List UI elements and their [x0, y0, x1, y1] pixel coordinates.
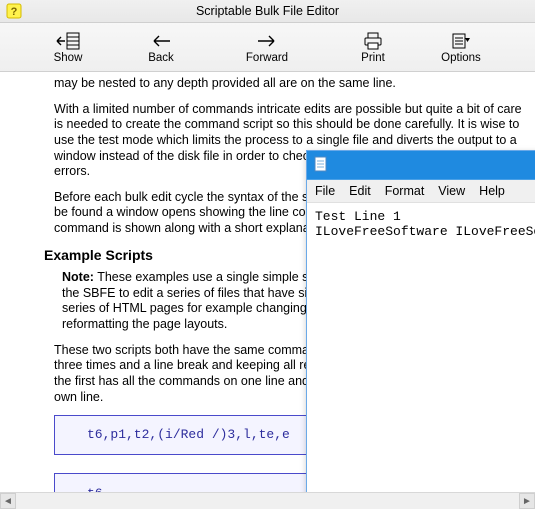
toolbar-label: Options: [441, 52, 481, 64]
toolbar-label: Back: [148, 52, 174, 64]
menu-file[interactable]: File: [315, 184, 335, 198]
menu-help[interactable]: Help: [479, 184, 505, 198]
output-titlebar[interactable]: [307, 151, 535, 180]
print-icon: [363, 30, 383, 52]
window-title: Scriptable Bulk File Editor: [196, 4, 339, 18]
toolbar: Show Back Forward Print: [0, 23, 535, 72]
options-icon: [450, 30, 472, 52]
options-button[interactable]: Options: [426, 30, 496, 64]
output-menubar: File Edit Format View Help: [307, 180, 535, 203]
back-icon: [150, 30, 172, 52]
svg-text:?: ?: [11, 6, 18, 18]
toolbar-label: Show: [54, 52, 83, 64]
print-button[interactable]: Print: [320, 30, 426, 64]
scroll-left-icon[interactable]: ◄: [0, 493, 16, 509]
titlebar: ? Scriptable Bulk File Editor: [0, 0, 535, 23]
toolbar-label: Forward: [246, 52, 288, 64]
note-label: Note:: [62, 270, 94, 284]
menu-edit[interactable]: Edit: [349, 184, 371, 198]
scroll-right-icon[interactable]: ►: [519, 493, 535, 509]
show-icon: [55, 30, 81, 52]
back-button[interactable]: Back: [108, 30, 214, 64]
forward-button[interactable]: Forward: [214, 30, 320, 64]
output-window[interactable]: File Edit Format View Help Test Line 1 I…: [306, 150, 535, 504]
show-button[interactable]: Show: [28, 30, 108, 64]
output-text[interactable]: Test Line 1 ILoveFreeSoftware ILoveFreeS…: [307, 203, 535, 503]
menu-format[interactable]: Format: [385, 184, 425, 198]
forward-icon: [256, 30, 278, 52]
app-icon: ?: [6, 3, 22, 19]
menu-view[interactable]: View: [438, 184, 465, 198]
body-text: may be nested to any depth provided all …: [54, 76, 531, 92]
horizontal-scrollbar[interactable]: ◄ ►: [0, 492, 535, 509]
toolbar-label: Print: [361, 52, 385, 64]
notepad-icon: [313, 156, 329, 175]
